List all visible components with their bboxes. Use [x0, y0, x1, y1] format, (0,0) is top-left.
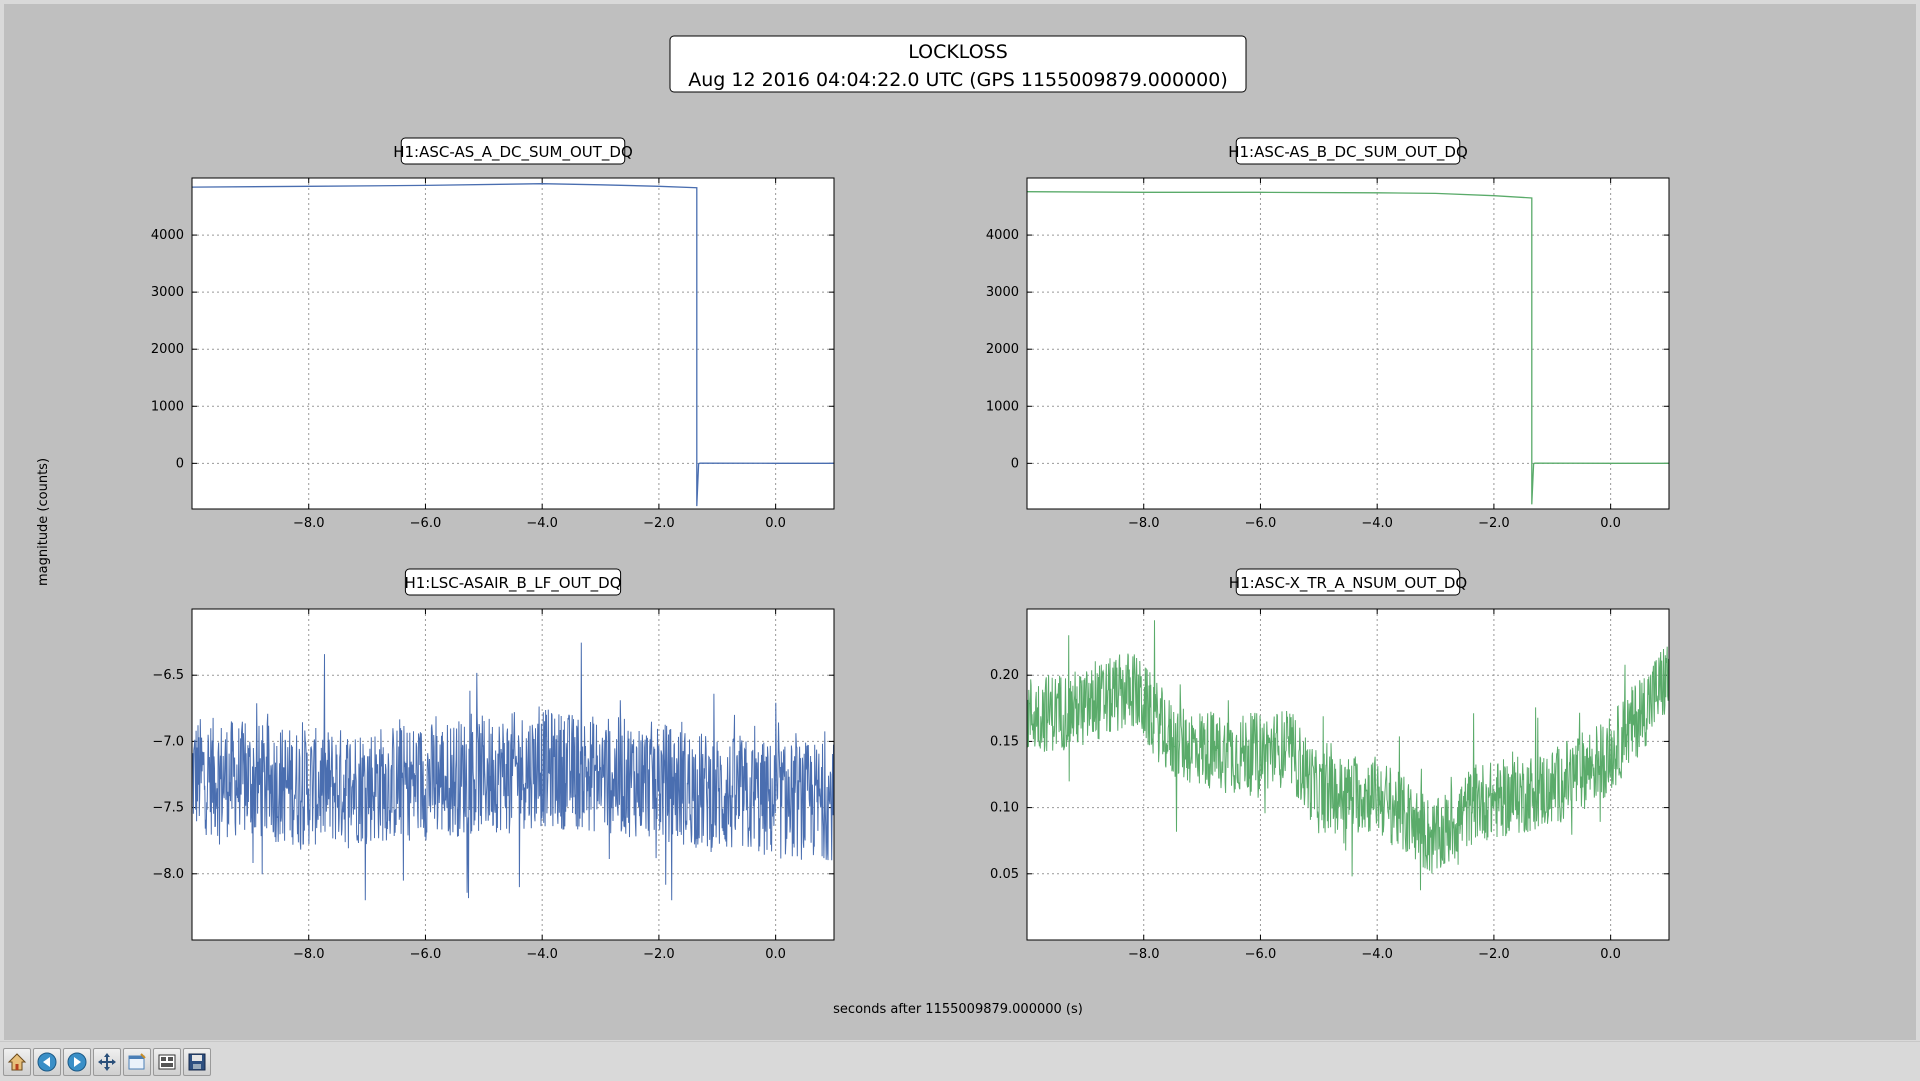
save-floppy-icon [188, 1053, 206, 1071]
plot-area [192, 178, 834, 509]
x-tick-label: −8.0 [293, 516, 325, 531]
subplot-2: H1:ASC-AS_B_DC_SUM_OUT_DQ −8.0 −6.0 −4.0 −2.… [986, 137, 1670, 531]
subplot-4: H1:ASC-X_TR_A_NSUM_OUT_DQ −8.0 −6.0 −4.0 −2.… [990, 568, 1670, 962]
subplots-config-icon [158, 1054, 176, 1070]
y-tick-label: −7.0 [152, 734, 184, 749]
y-tick-label: 1000 [151, 399, 184, 414]
figure-title-line1: LOCKLOSS [908, 41, 1008, 63]
figure-svg: LOCKLOSS Aug 12 2016 04:04:22.0 UTC (GPS… [36, 35, 1670, 1017]
y-tick-label: 0.10 [990, 801, 1019, 816]
y-tick-label: 3000 [986, 285, 1019, 300]
forward-button[interactable] [63, 1048, 91, 1076]
figure-xlabel: seconds after 1155009879.000000 (s) [833, 1002, 1083, 1017]
x-tick-label: −8.0 [1128, 516, 1160, 531]
zoom-rect-icon [128, 1053, 146, 1070]
x-tick-label: −6.0 [410, 947, 442, 962]
x-tick-label: 0.0 [1600, 516, 1621, 531]
x-tick-label: −2.0 [643, 516, 675, 531]
y-tick-label: 0 [176, 456, 184, 471]
y-tick-label: 1000 [986, 399, 1019, 414]
figure-ylabel: magnitude (counts) [36, 458, 51, 586]
y-tick-label: 0.20 [990, 668, 1019, 683]
x-tick-label: 0.0 [765, 516, 786, 531]
y-tick-label: 4000 [151, 228, 184, 243]
navigation-toolbar [0, 1041, 1920, 1081]
x-tick-label: −6.0 [1245, 947, 1277, 962]
y-tick-label: 0 [1011, 456, 1019, 471]
x-tick-label: −6.0 [410, 516, 442, 531]
save-button[interactable] [183, 1048, 211, 1076]
x-tick-label: −6.0 [1245, 516, 1277, 531]
x-tick-label: −4.0 [1361, 516, 1393, 531]
forward-arrow-icon [67, 1052, 87, 1072]
x-tick-label: −4.0 [1361, 947, 1393, 962]
subplots-group: H1:ASC-AS_A_DC_SUM_OUT_DQ −8.0 −6.0 −4.0 −2.… [151, 137, 1670, 962]
x-tick-label: −2.0 [1478, 516, 1510, 531]
subplot-3: H1:LSC-ASAIR_B_LF_OUT_DQ −8.0 −6.0 −4.0 −2.0… [152, 568, 835, 962]
y-tick-label: −6.5 [152, 668, 184, 683]
subplot-title: H1:ASC-AS_B_DC_SUM_OUT_DQ [1228, 143, 1468, 162]
y-tick-label: 2000 [986, 342, 1019, 357]
x-tick-label: −2.0 [643, 947, 675, 962]
y-tick-label: 0.15 [990, 734, 1019, 749]
home-button[interactable] [3, 1048, 31, 1076]
home-icon [7, 1053, 27, 1071]
x-tick-label: −2.0 [1478, 947, 1510, 962]
y-tick-label: −7.5 [152, 801, 184, 816]
subplot-title: H1:ASC-X_TR_A_NSUM_OUT_DQ [1229, 574, 1467, 593]
x-tick-label: −4.0 [526, 516, 558, 531]
pan-move-icon [98, 1053, 116, 1071]
back-button[interactable] [33, 1048, 61, 1076]
y-tick-label: 3000 [151, 285, 184, 300]
subplot-title: H1:ASC-AS_A_DC_SUM_OUT_DQ [393, 143, 633, 162]
x-tick-label: 0.0 [765, 947, 786, 962]
x-tick-label: −8.0 [1128, 947, 1160, 962]
x-tick-label: −4.0 [526, 947, 558, 962]
zoom-button[interactable] [123, 1048, 151, 1076]
plot-area [1027, 178, 1669, 509]
x-tick-label: −8.0 [293, 947, 325, 962]
pan-button[interactable] [93, 1048, 121, 1076]
y-tick-label: −8.0 [152, 867, 184, 882]
y-tick-label: 2000 [151, 342, 184, 357]
x-tick-label: 0.0 [1600, 947, 1621, 962]
y-tick-label: 4000 [986, 228, 1019, 243]
subplot-1: H1:ASC-AS_A_DC_SUM_OUT_DQ −8.0 −6.0 −4.0 −2.… [151, 137, 835, 531]
y-tick-label: 0.05 [990, 867, 1019, 882]
subplots-button[interactable] [153, 1048, 181, 1076]
figure-canvas: LOCKLOSS Aug 12 2016 04:04:22.0 UTC (GPS… [4, 4, 1916, 1040]
figure-title-line2: Aug 12 2016 04:04:22.0 UTC (GPS 11550098… [688, 69, 1228, 91]
back-arrow-icon [37, 1052, 57, 1072]
subplot-title: H1:LSC-ASAIR_B_LF_OUT_DQ [404, 574, 621, 593]
